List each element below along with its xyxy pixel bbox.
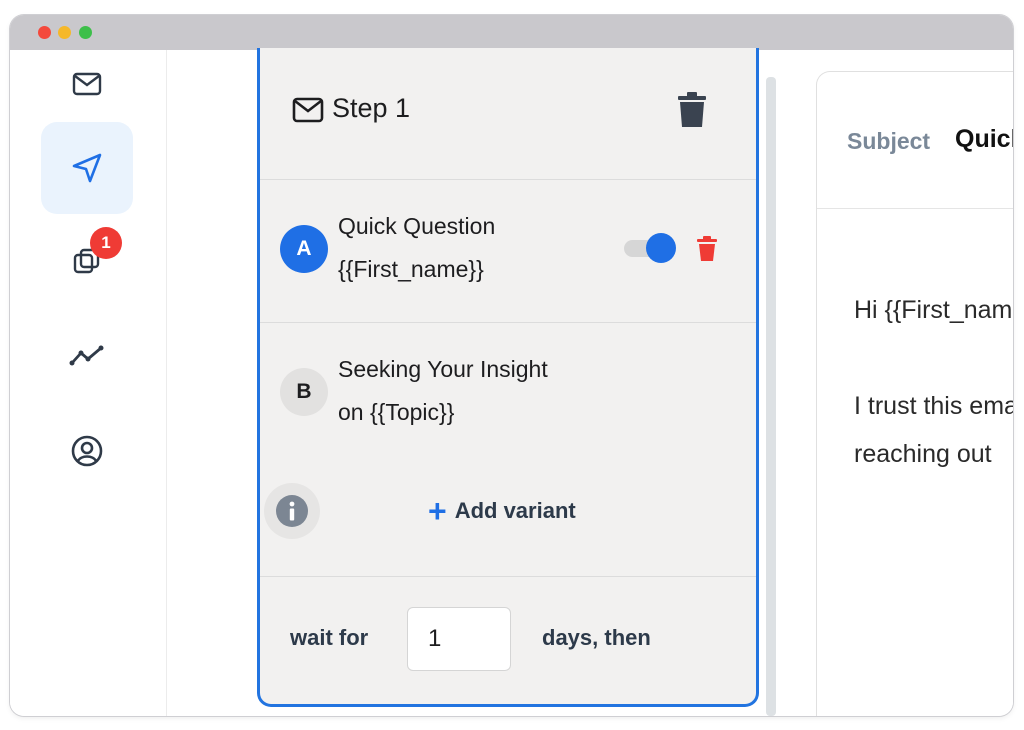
variant-a-badge: A bbox=[280, 225, 328, 273]
add-variant-button[interactable]: + Add variant bbox=[428, 491, 576, 531]
add-variant-label: Add variant bbox=[454, 498, 576, 523]
variant-a-subject-line2: {{First_name}} bbox=[338, 256, 484, 282]
wait-days-input[interactable] bbox=[407, 607, 511, 671]
sidebar-item-campaigns[interactable] bbox=[41, 122, 133, 214]
subject-input[interactable]: Quick Question {{First_name}} bbox=[955, 125, 1013, 154]
mail-icon bbox=[72, 72, 102, 96]
wait-label: wait for bbox=[290, 625, 369, 650]
variant-b-subject-line1: Seeking Your Insight bbox=[338, 356, 548, 382]
email-body-line[interactable]: I trust this email finds you well. I'm bbox=[854, 392, 1013, 421]
variant-b-badge: B bbox=[280, 368, 328, 416]
email-body-line[interactable]: Hi {{First_name}}, bbox=[854, 296, 1013, 325]
variant-b-row[interactable]: B Seeking Your Insight on {{Topic}} + Ad… bbox=[260, 323, 756, 577]
email-preview-panel: Subject Quick Question {{First_name}} Hi… bbox=[816, 71, 1013, 716]
mail-icon bbox=[292, 97, 324, 123]
sidebar: 1 bbox=[10, 50, 167, 716]
step-card: Step 1 A Quick Question {{First_name}} B bbox=[257, 48, 759, 707]
wait-row: wait for days, then bbox=[260, 577, 756, 704]
scrollbar[interactable] bbox=[766, 77, 776, 716]
title-bar bbox=[10, 15, 1013, 50]
toggle-knob bbox=[646, 233, 676, 263]
analytics-icon bbox=[69, 345, 104, 366]
email-body-line[interactable]: reaching out bbox=[854, 440, 992, 469]
days-label: days, then bbox=[542, 625, 651, 650]
delete-step-icon[interactable] bbox=[677, 92, 707, 128]
plus-icon: + bbox=[428, 493, 447, 529]
subject-label: Subject bbox=[847, 128, 931, 154]
close-window-button[interactable] bbox=[38, 26, 51, 39]
user-icon bbox=[71, 435, 103, 467]
sidebar-item-templates[interactable] bbox=[41, 216, 133, 308]
variant-a-toggle[interactable] bbox=[624, 233, 676, 263]
variant-a-row[interactable]: A Quick Question {{First_name}} bbox=[260, 180, 756, 323]
info-button[interactable] bbox=[264, 483, 320, 539]
subject-row: Subject Quick Question {{First_name}} bbox=[817, 72, 1013, 209]
delete-variant-icon[interactable] bbox=[696, 236, 718, 262]
step-header: Step 1 bbox=[260, 48, 756, 180]
sidebar-item-profile[interactable] bbox=[41, 405, 133, 497]
variant-a-subject-line1: Quick Question bbox=[338, 213, 496, 239]
sidebar-item-inbox[interactable] bbox=[41, 38, 133, 130]
app-window: 1 Step 1 A Quick Question {{First_name}}… bbox=[10, 15, 1013, 716]
step-title: Step 1 bbox=[332, 93, 411, 123]
send-icon bbox=[72, 153, 102, 183]
notification-badge: 1 bbox=[90, 227, 122, 259]
sidebar-item-analytics[interactable] bbox=[41, 310, 133, 402]
info-icon bbox=[276, 495, 308, 527]
variant-b-subject-line2: on {{Topic}} bbox=[338, 399, 455, 425]
